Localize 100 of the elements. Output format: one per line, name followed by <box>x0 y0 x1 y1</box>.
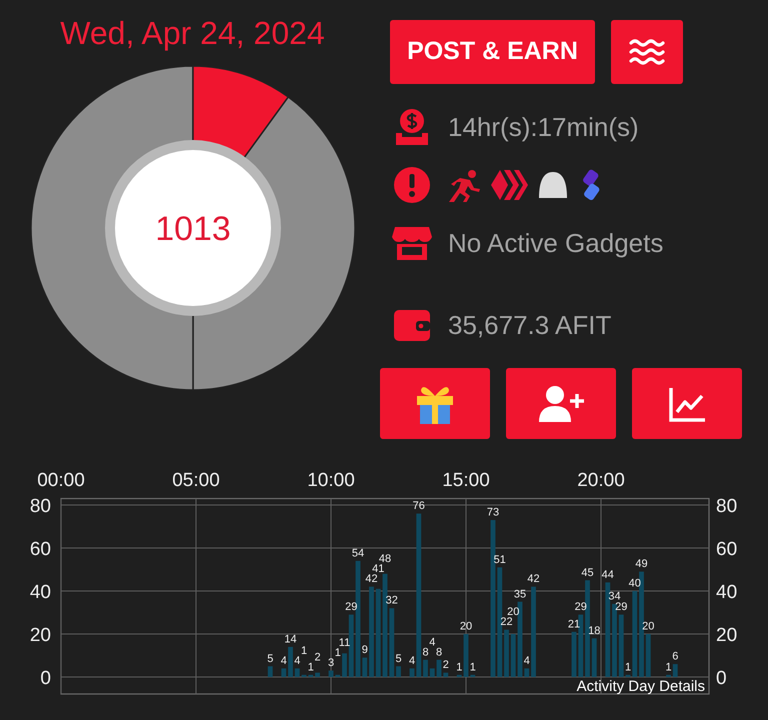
bar-value-label: 14 <box>284 633 297 646</box>
bar-value-label: 42 <box>527 573 540 586</box>
bar-value-label: 41 <box>372 563 384 576</box>
bar-value-label: 20 <box>507 606 520 618</box>
chart-bar <box>578 614 584 677</box>
axis-tick-label: 20 <box>30 625 51 646</box>
axis-tick-label: 80 <box>30 496 51 517</box>
chart-bar <box>504 630 509 677</box>
axis-tick-label: 00:00 <box>37 470 85 491</box>
chart-bar <box>524 668 530 677</box>
bar-value-label: 1 <box>665 661 672 674</box>
runner-icon <box>448 168 482 202</box>
bar-value-label: 32 <box>386 594 398 607</box>
bar-value-label: 20 <box>642 620 654 632</box>
bar-value-label: 4 <box>280 654 287 667</box>
axis-tick-label: 40 <box>716 582 738 603</box>
chart-bar <box>618 614 624 677</box>
bar-value-label: 35 <box>514 588 526 600</box>
bar-value-label: 2 <box>314 651 321 664</box>
chart-bar <box>510 634 516 677</box>
axis-tick-label: 20 <box>716 625 738 646</box>
chart-bar <box>362 658 368 677</box>
chart-bar <box>328 670 334 677</box>
bar-value-label: 4 <box>524 654 530 667</box>
bar-value-label: 73 <box>486 506 500 519</box>
bar-value-label: 34 <box>608 590 621 602</box>
axis-tick-label: 80 <box>716 496 738 517</box>
axis-tick-label: 05:00 <box>172 470 220 491</box>
chart-bar <box>666 674 671 677</box>
bar-value-label: 18 <box>588 624 600 637</box>
chart-bar <box>281 668 286 677</box>
hexagon-icon <box>490 168 528 202</box>
bar-value-label: 22 <box>500 616 513 628</box>
axis-tick-label: 10:00 <box>307 470 355 491</box>
chart-bar <box>268 666 273 677</box>
bar-value-label: 40 <box>628 578 641 590</box>
bar-value-label: 11 <box>338 637 350 650</box>
bar-value-label: 51 <box>494 554 506 566</box>
bar-value-label: 3 <box>328 657 334 670</box>
bar-value-label: 21 <box>568 618 580 630</box>
axis-tick-label: 0 <box>716 668 727 689</box>
chart-bar <box>288 646 293 677</box>
bar-value-label: 29 <box>574 601 587 614</box>
chart-bar <box>436 660 442 677</box>
add-user-icon <box>537 384 585 424</box>
bar-value-label: 8 <box>422 646 429 658</box>
chart-bar <box>646 634 651 677</box>
alert-icon <box>392 165 432 205</box>
axis-tick-label: 0 <box>40 668 51 689</box>
axis-tick-label: 40 <box>30 582 51 603</box>
bar-value-label: 4 <box>294 654 300 667</box>
chart-bar <box>430 668 435 677</box>
axis-tick-label: 15:00 <box>442 470 490 491</box>
chart-bar <box>423 660 428 677</box>
menu-button[interactable] <box>611 20 683 84</box>
chart-bar <box>592 638 597 677</box>
date-label: Wed, Apr 24, 2024 <box>60 14 325 52</box>
bar-value-label: 1 <box>456 661 462 674</box>
bar-value-label: 49 <box>635 558 648 570</box>
axis-tick-label: 60 <box>716 539 738 560</box>
bar-value-label: 5 <box>267 652 274 665</box>
gadgets-text: No Active Gadgets <box>448 226 664 260</box>
gift-button[interactable] <box>380 368 490 439</box>
chart-bar <box>342 653 347 677</box>
chart-bar <box>626 674 630 677</box>
chart-bar <box>315 672 320 677</box>
bar-value-label: 29 <box>615 601 628 614</box>
post-and-earn-button[interactable]: POST & EARN <box>390 20 595 84</box>
chart-title: Activity Day Details <box>576 678 705 695</box>
bar-value-label: 42 <box>365 573 378 586</box>
bar-value-label: 48 <box>378 553 392 566</box>
chart-bar <box>294 668 300 677</box>
chart-bar <box>410 668 414 677</box>
axis-tick-label: 20:00 <box>577 470 625 491</box>
bar-value-label: 44 <box>602 568 614 581</box>
chart-bar <box>308 674 314 677</box>
axis-tick-label: 60 <box>30 539 51 560</box>
chart-bar <box>396 666 401 677</box>
add-friend-button[interactable] <box>506 368 616 439</box>
bar-value-label: 29 <box>345 601 358 614</box>
stats-button[interactable] <box>632 368 742 439</box>
bar-value-label: 1 <box>300 644 308 657</box>
chart-bar <box>302 674 306 677</box>
bar-value-label: 45 <box>581 566 594 579</box>
chart-bar <box>348 614 354 677</box>
chart-bar <box>389 608 394 677</box>
chart-bar <box>572 632 576 677</box>
bar-value-label: 1 <box>334 647 341 660</box>
bar-value-label: 5 <box>395 652 402 665</box>
bar-value-label: 2 <box>442 659 449 672</box>
bar-value-label: 76 <box>412 500 425 512</box>
chart-bar <box>335 674 340 677</box>
bar-value-label: 1 <box>308 661 314 674</box>
bar-value-label: 20 <box>460 620 472 632</box>
chart-bar <box>672 664 678 677</box>
bar-value-label: 1 <box>624 661 632 674</box>
chart-bar <box>464 634 468 677</box>
bar-value-label: 6 <box>672 650 678 663</box>
bar-value-label: 4 <box>408 654 416 667</box>
chart-bar <box>443 672 448 677</box>
